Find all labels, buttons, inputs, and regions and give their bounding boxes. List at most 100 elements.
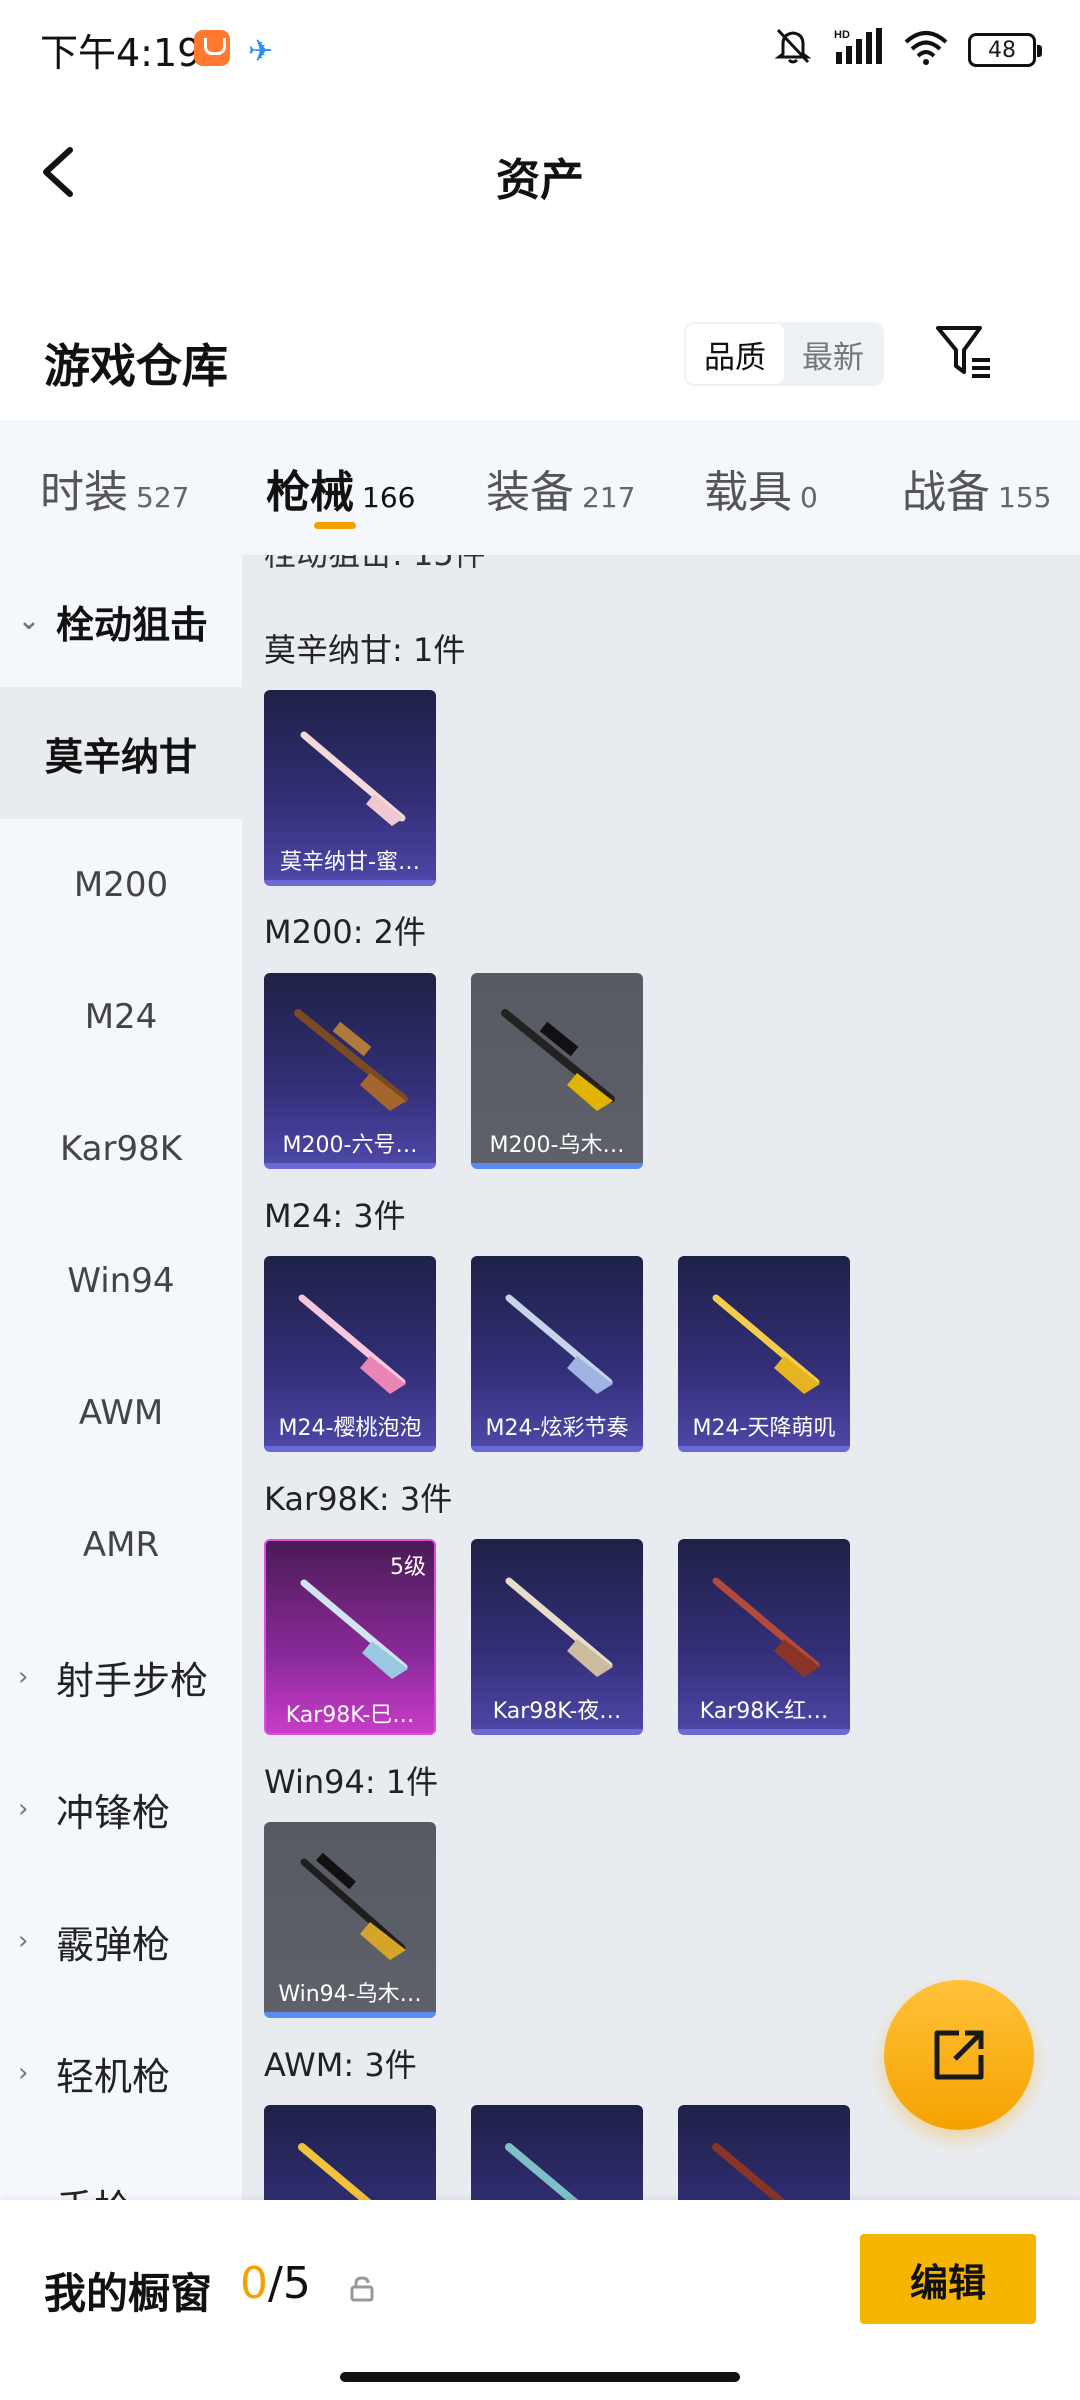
sidebar-item-m200[interactable]: M200 [0, 819, 242, 951]
filter-icon[interactable] [934, 322, 994, 382]
rifle-icon [505, 1294, 613, 1394]
page-title: 资产 [496, 155, 584, 206]
sidebar-item-kar98k[interactable]: Kar98K [0, 1083, 242, 1215]
tab-label: 载具 [704, 467, 792, 518]
level-badge: 5级 [390, 1555, 426, 1580]
group-title-m24: M24: 3件 [264, 1197, 406, 1235]
sort-newest-button[interactable]: 最新 [784, 324, 882, 384]
tab-count: 0 [800, 481, 818, 514]
chevron-right-icon: › [18, 1794, 29, 1824]
wifi-icon [902, 26, 950, 74]
showcase-title: 我的橱窗 [44, 2269, 213, 2318]
home-indicator[interactable] [340, 2372, 740, 2382]
sidebar-item-win94[interactable]: Win94 [0, 1215, 242, 1347]
battery-indicator: 48 [968, 33, 1042, 67]
app-header: 资产 [0, 100, 1080, 250]
rifle-icon [300, 731, 406, 826]
share-icon [934, 2030, 984, 2080]
tab-fashion[interactable]: 时装 527 [40, 456, 189, 520]
group-title-win94: Win94: 1件 [264, 1763, 439, 1801]
group-title-kar98k: Kar98K: 3件 [264, 1480, 453, 1518]
weapon-name: M200-六号… [282, 1133, 418, 1158]
chevron-down-icon: ⌄ [18, 606, 40, 636]
weapon-name: M200-乌木… [489, 1133, 625, 1158]
weapon-name: M24-天降萌叽 [692, 1416, 836, 1441]
section-header: 栓动狙击: 15件 [264, 555, 486, 575]
sidebar-category-dmr[interactable]: › 射手步枪 [0, 1611, 242, 1743]
weapon-card[interactable] [264, 2105, 436, 2200]
weapon-card[interactable]: Kar98K-红… [678, 1539, 850, 1735]
warehouse-bar: 游戏仓库 品质 最新 [0, 310, 1080, 420]
weapon-card[interactable] [471, 2105, 643, 2200]
sidebar-category-smg[interactable]: › 冲锋枪 [0, 1743, 242, 1875]
sidebar-category-label: 栓动狙击 [56, 602, 209, 647]
status-icons: HD 48 [772, 26, 1042, 74]
rifle-icon [712, 2143, 786, 2200]
tab-count: 155 [998, 481, 1052, 514]
sniper-rifle-icon [501, 1009, 615, 1111]
tab-guns[interactable]: 枪械 166 [266, 456, 415, 520]
chevron-right-icon: › [18, 2190, 28, 2200]
weapon-card[interactable]: Win94-乌木… [264, 1822, 436, 2018]
weapon-card[interactable]: M24-樱桃泡泡 [264, 1256, 436, 1452]
showcase-count-current: 0 [240, 2258, 268, 2309]
tab-count: 166 [362, 481, 416, 514]
weapon-name: M24-樱桃泡泡 [278, 1416, 422, 1441]
weapon-name: Win94-乌木… [278, 1982, 422, 2007]
weapon-card[interactable] [678, 2105, 850, 2200]
weapon-sidebar: ⌄ 栓动狙击 莫辛纳甘 M200 M24 Kar98K Win94 AWM AM… [0, 555, 242, 2200]
active-tab-indicator [314, 522, 356, 529]
weapon-card[interactable]: Kar98K-夜… [471, 1539, 643, 1735]
sidebar-category-shotgun[interactable]: › 霰弹枪 [0, 1875, 242, 2007]
rifle-icon [298, 2143, 372, 2200]
rifle-icon [505, 1577, 613, 1677]
category-tabs: 时装 527 枪械 166 装备 217 载具 0 战备 155 [0, 420, 1080, 555]
sort-toggle: 品质 最新 [684, 322, 884, 386]
edit-button[interactable]: 编辑 [860, 2234, 1036, 2324]
sidebar-item-m24[interactable]: M24 [0, 951, 242, 1083]
tab-count: 527 [136, 481, 190, 514]
sidebar-item-mosin[interactable]: 莫辛纳甘 [0, 687, 242, 819]
sidebar-category-label: 射手步枪 [56, 1658, 209, 1703]
chevron-right-icon: › [18, 1926, 29, 1956]
sidebar-item-awm[interactable]: AWM [0, 1347, 242, 1479]
weapon-name: Kar98K-夜… [492, 1699, 622, 1724]
weapon-name: M24-炫彩节奏 [485, 1416, 629, 1441]
status-bar: 下午4:19 ✈ HD 48 [0, 0, 1080, 100]
weapon-card[interactable]: M200-乌木… [471, 973, 643, 1169]
tab-supplies[interactable]: 战备 155 [902, 456, 1051, 520]
status-time: 下午4:19 [40, 31, 202, 75]
sidebar-category-pistol[interactable]: › 手枪 [0, 2139, 242, 2201]
showcase-count-total: /5 [268, 2258, 311, 2309]
signal-hd-icon: HD [832, 26, 884, 74]
tab-label: 战备 [902, 467, 990, 518]
shopping-app-icon [194, 30, 230, 66]
sidebar-category-label: 轻机枪 [56, 2054, 171, 2099]
tab-vehicles[interactable]: 载具 0 [704, 456, 818, 520]
weapon-card[interactable]: 5级 Kar98K-巳… [264, 1539, 436, 1735]
mute-bell-icon [772, 26, 814, 74]
sidebar-category-bolt-sniper[interactable]: ⌄ 栓动狙击 [0, 555, 242, 687]
group-title-mosin: 莫辛纳甘: 1件 [264, 631, 466, 669]
rifle-icon [712, 1577, 820, 1677]
weapon-card[interactable]: 莫辛纳甘-蜜… [264, 690, 436, 886]
weapon-name: 莫辛纳甘-蜜… [280, 850, 420, 875]
tab-equipment[interactable]: 装备 217 [486, 456, 635, 520]
group-title-m200: M200: 2件 [264, 913, 427, 951]
weapon-card[interactable]: M200-六号… [264, 973, 436, 1169]
sidebar-category-label: 手枪 [56, 2178, 132, 2201]
sidebar-item-amr[interactable]: AMR [0, 1479, 242, 1611]
group-title-awm: AWM: 3件 [264, 2046, 417, 2084]
chevron-right-icon: › [18, 2058, 29, 2088]
weapon-name: Kar98K-巳… [285, 1703, 415, 1728]
tab-count: 217 [582, 481, 636, 514]
weapon-card[interactable]: M24-炫彩节奏 [471, 1256, 643, 1452]
sort-quality-button[interactable]: 品质 [686, 324, 784, 384]
chevron-right-icon: › [18, 1662, 29, 1692]
sniper-rifle-icon [294, 1009, 408, 1111]
share-button[interactable] [884, 1980, 1034, 2130]
sidebar-category-lmg[interactable]: › 轻机枪 [0, 2007, 242, 2139]
weapon-card[interactable]: M24-天降萌叽 [678, 1256, 850, 1452]
sidebar-category-label: 冲锋枪 [56, 1790, 171, 1835]
rifle-icon [505, 2143, 579, 2200]
